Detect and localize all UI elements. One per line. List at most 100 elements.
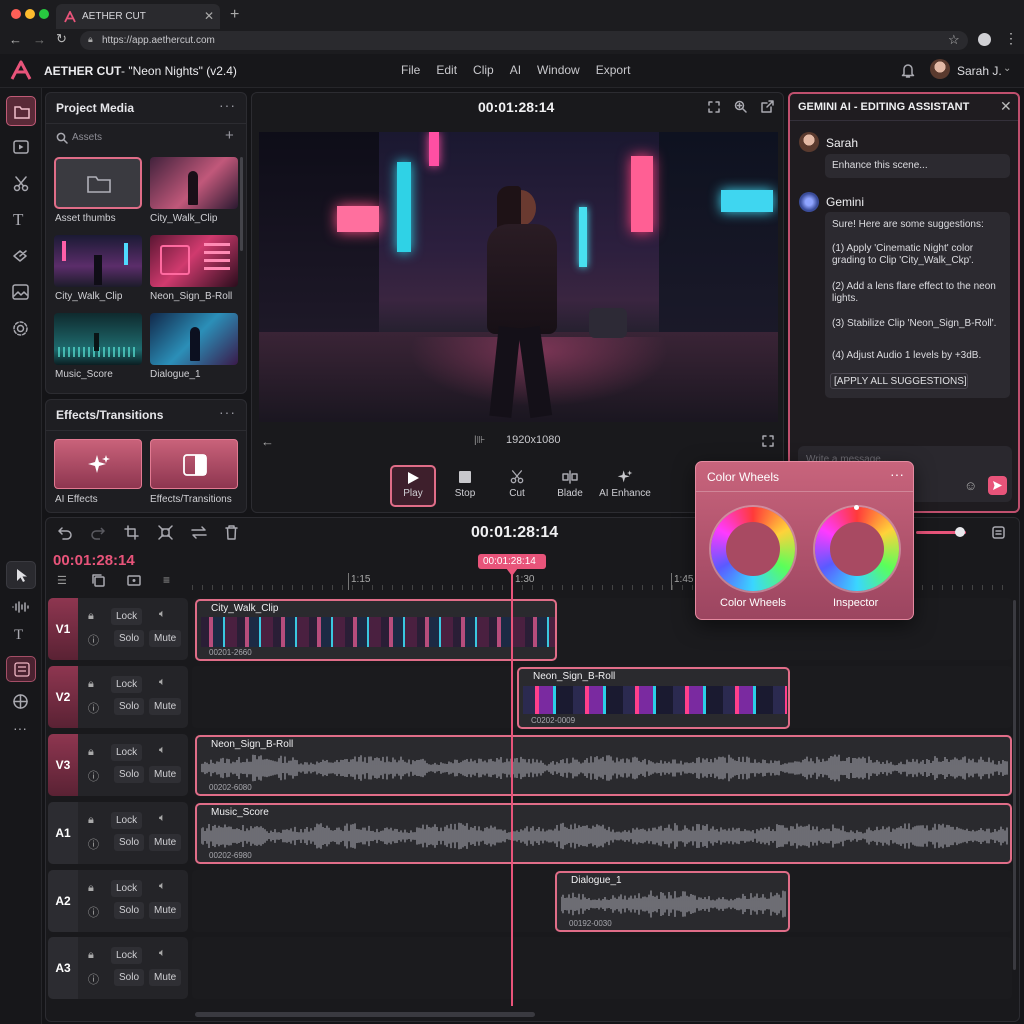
close-assistant-icon[interactable]: ✕ bbox=[1000, 98, 1012, 115]
more-tools-icon[interactable]: ··· bbox=[13, 720, 27, 736]
prev-frame-icon[interactable]: ← bbox=[261, 434, 274, 449]
fit-screen-icon[interactable] bbox=[708, 101, 720, 113]
ratio-icon[interactable]: |⊪ bbox=[474, 435, 485, 446]
marker-icon[interactable] bbox=[127, 575, 141, 586]
asset-thumb-city-walk[interactable] bbox=[150, 157, 238, 209]
bell-icon[interactable] bbox=[901, 63, 915, 78]
info-icon[interactable]: ⓘ bbox=[88, 836, 99, 852]
track-name[interactable]: V2 bbox=[48, 666, 78, 728]
color-wheels-options-icon[interactable]: ··· bbox=[890, 466, 904, 482]
track-name[interactable]: A3 bbox=[48, 937, 78, 999]
lock-button[interactable]: Lock bbox=[111, 812, 143, 829]
redo-icon[interactable] bbox=[91, 526, 105, 540]
asset-thumb-city-walk-2[interactable] bbox=[54, 235, 142, 287]
speaker-icon[interactable]: 🔈︎ bbox=[159, 880, 166, 893]
menu-edit[interactable]: Edit bbox=[436, 63, 457, 77]
menu-ai[interactable]: AI bbox=[510, 63, 521, 77]
blade-button[interactable]: Blade bbox=[552, 470, 588, 499]
mute-button[interactable]: Mute bbox=[149, 766, 182, 783]
speaker-icon[interactable]: 🔈︎ bbox=[159, 744, 166, 757]
wheel-handle[interactable] bbox=[854, 505, 859, 510]
lock-icon[interactable]: 🔒︎ bbox=[88, 678, 94, 691]
lock-button[interactable]: Lock bbox=[111, 608, 143, 625]
close-tab-icon[interactable]: ✕ bbox=[204, 9, 214, 23]
stop-button[interactable]: Stop bbox=[448, 471, 482, 499]
trim-icon[interactable] bbox=[124, 525, 139, 540]
effects-options-icon[interactable]: ··· bbox=[219, 404, 236, 420]
zoom-slider-handle[interactable] bbox=[955, 527, 965, 537]
media-scrollbar[interactable] bbox=[240, 157, 243, 251]
image-icon[interactable] bbox=[12, 284, 29, 300]
color-wheel-lift[interactable] bbox=[711, 507, 795, 591]
transitions-tile[interactable] bbox=[150, 439, 238, 489]
info-icon[interactable]: ⓘ bbox=[88, 768, 99, 784]
asset-thumb-dialogue[interactable] bbox=[150, 313, 238, 365]
clip-neon-sign-broll[interactable]: Neon_Sign_B-Roll C0202-0009 bbox=[517, 667, 790, 729]
minimize-window-button[interactable] bbox=[25, 9, 35, 19]
media-options-icon[interactable]: ··· bbox=[219, 97, 236, 113]
lock-icon[interactable]: 🔒︎ bbox=[88, 814, 94, 827]
new-tab-icon[interactable]: + bbox=[230, 6, 239, 24]
emoji-icon[interactable]: ☺ bbox=[964, 478, 977, 493]
profile-icon[interactable] bbox=[978, 33, 991, 46]
copy-icon[interactable] bbox=[92, 574, 105, 587]
mute-button[interactable]: Mute bbox=[149, 834, 182, 851]
browser-menu-icon[interactable]: ⋮ bbox=[1004, 30, 1018, 47]
solo-button[interactable]: Solo bbox=[114, 969, 145, 986]
scissors-icon[interactable] bbox=[13, 176, 29, 192]
media-tool-button[interactable] bbox=[6, 96, 36, 126]
bookmark-star-icon[interactable]: ☆ bbox=[948, 32, 960, 48]
mute-button[interactable]: Mute bbox=[149, 969, 182, 986]
clip-dialogue[interactable]: Dialogue_1 00192-0030 bbox=[555, 871, 790, 932]
info-icon[interactable]: ⓘ bbox=[88, 700, 99, 716]
asset-thumb-music-score[interactable] bbox=[54, 313, 142, 365]
info-icon[interactable]: ⓘ bbox=[88, 971, 99, 987]
user-avatar[interactable] bbox=[930, 59, 950, 79]
solo-button[interactable]: Solo bbox=[114, 766, 145, 783]
lock-button[interactable]: Lock bbox=[111, 947, 143, 964]
menu-clip[interactable]: Clip bbox=[473, 63, 494, 77]
browser-tab[interactable]: AETHER CUT ✕ bbox=[56, 4, 220, 29]
lock-button[interactable]: Lock bbox=[111, 676, 143, 693]
snap-icon[interactable] bbox=[158, 525, 173, 540]
timeline-settings-icon[interactable] bbox=[992, 526, 1005, 539]
menu-file[interactable]: File bbox=[401, 63, 420, 77]
menu-window[interactable]: Window bbox=[537, 63, 580, 77]
fullscreen-icon[interactable] bbox=[762, 435, 774, 447]
clip-music-score[interactable]: Music_Score 00202-6980 bbox=[195, 803, 1012, 864]
info-icon[interactable]: ⓘ bbox=[88, 632, 99, 648]
track-name[interactable]: V1 bbox=[48, 598, 78, 660]
ai-enhance-button[interactable]: AI Enhance bbox=[596, 469, 654, 499]
title-tool-icon[interactable]: T bbox=[14, 627, 23, 644]
clip-city-walk[interactable]: City_Walk_Clip 00201-2660 bbox=[195, 599, 557, 661]
layers-icon[interactable]: ☰ bbox=[57, 574, 67, 587]
trash-icon[interactable] bbox=[225, 525, 238, 540]
address-bar[interactable]: 🔒︎ https://app.aethercut.com bbox=[80, 31, 968, 50]
lock-icon[interactable]: 🔒︎ bbox=[88, 610, 94, 623]
close-window-button[interactable] bbox=[11, 9, 21, 19]
speaker-icon[interactable]: 🔈︎ bbox=[159, 947, 166, 960]
lock-button[interactable]: Lock bbox=[111, 880, 143, 897]
ai-effects-tile[interactable] bbox=[54, 439, 142, 489]
user-name[interactable]: Sarah J. bbox=[957, 64, 1002, 78]
menu-export[interactable]: Export bbox=[596, 63, 631, 77]
solo-button[interactable]: Solo bbox=[114, 834, 145, 851]
lock-icon[interactable]: 🔒︎ bbox=[88, 949, 94, 962]
clip-neon-sign-audio[interactable]: Neon_Sign_B-Roll 00202-6080 bbox=[195, 735, 1012, 796]
audio-wave-icon[interactable] bbox=[11, 600, 31, 614]
timeline-horizontal-scrollbar[interactable] bbox=[195, 1012, 535, 1017]
mute-button[interactable]: Mute bbox=[149, 698, 182, 715]
back-icon[interactable]: ← bbox=[9, 32, 22, 47]
transitions-icon[interactable] bbox=[12, 248, 30, 264]
assets-search-input[interactable]: Assets bbox=[72, 132, 102, 143]
undo-icon[interactable] bbox=[58, 526, 72, 540]
lock-icon[interactable]: 🔒︎ bbox=[88, 746, 94, 759]
playhead-label[interactable]: 00:01:28:14 bbox=[478, 554, 546, 569]
color-wheel-inspector[interactable] bbox=[815, 505, 899, 591]
adjust-tool-button[interactable] bbox=[6, 656, 36, 682]
lock-icon[interactable]: 🔒︎ bbox=[88, 882, 94, 895]
track-name[interactable]: V3 bbox=[48, 734, 78, 796]
timeline-vertical-scrollbar[interactable] bbox=[1013, 600, 1016, 970]
chevron-down-icon[interactable]: ⌄ bbox=[1003, 63, 1011, 74]
add-asset-icon[interactable]: + bbox=[225, 127, 234, 144]
